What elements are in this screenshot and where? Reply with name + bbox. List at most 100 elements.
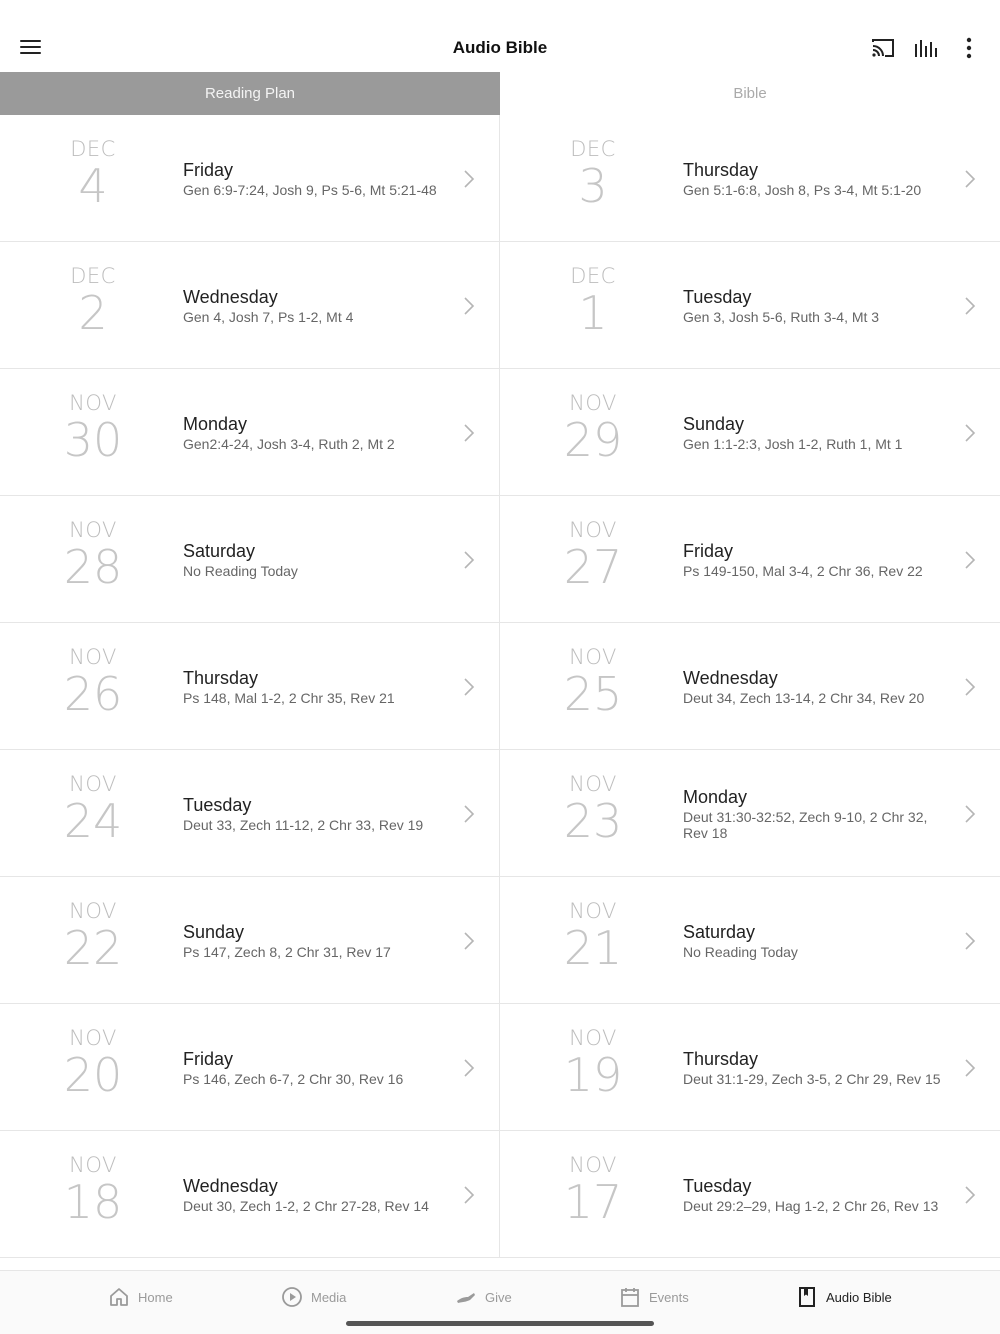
reading-references: Deut 31:1-29, Zech 3-5, 2 Chr 29, Rev 15 (683, 1071, 941, 1087)
reading-references: Gen 4, Josh 7, Ps 1-2, Mt 4 (183, 309, 354, 325)
reading-info: Wednesday Deut 30, Zech 1-2, 2 Chr 27-28,… (183, 1131, 447, 1258)
reading-weekday: Thursday (683, 160, 759, 180)
date-badge: DEC 2 (38, 264, 148, 338)
reading-item[interactable]: NOV 22 Sunday Ps 147, Zech 8, 2 Chr 31, Rev… (0, 877, 500, 1004)
date-month: NOV (69, 772, 117, 796)
date-badge: DEC 1 (538, 264, 648, 338)
tab-reading-plan[interactable]: Reading Plan (0, 72, 500, 115)
reading-info: Thursday Gen 5:1-6:8, Josh 8, Ps 3-4, Mt … (683, 115, 948, 242)
date-badge: NOV 24 (38, 772, 148, 846)
date-badge: DEC 3 (538, 137, 648, 211)
reading-item[interactable]: NOV 26 Thursday Ps 148, Mal 1-2, 2 Chr 35, … (0, 623, 500, 750)
reading-item[interactable]: NOV 23 Monday Deut 31:30-32:52, Zech 9-10, … (500, 750, 1000, 877)
nav-home[interactable]: Home (108, 1283, 173, 1311)
nav-give[interactable]: Give (455, 1283, 512, 1311)
reading-weekday: Tuesday (683, 287, 752, 307)
reading-item[interactable]: NOV 28 Saturday No Reading Today (0, 496, 500, 623)
date-day: 21 (563, 921, 623, 975)
reading-info: Friday Gen 6:9-7:24, Josh 9, Ps 5-6, Mt 5… (183, 115, 447, 242)
tab-bible[interactable]: Bible (500, 72, 1000, 115)
date-day: 30 (63, 413, 123, 467)
reading-weekday: Tuesday (683, 1176, 752, 1196)
reading-item[interactable]: NOV 25 Wednesday Deut 34, Zech 13-14, 2 Chr… (500, 623, 1000, 750)
reading-info: Tuesday Deut 29:2–29, Hag 1-2, 2 Chr 26, … (683, 1131, 948, 1258)
reading-item[interactable]: DEC 4 Friday Gen 6:9-7:24, Josh 9, Ps 5-6, … (0, 115, 500, 242)
reading-info: Saturday No Reading Today (183, 496, 447, 623)
home-icon (110, 1288, 128, 1306)
reading-weekday: Wednesday (183, 1176, 278, 1196)
reading-item[interactable]: NOV 29 Sunday Gen 1:1-2:3, Josh 1-2, Ruth 1… (500, 369, 1000, 496)
date-month: NOV (69, 645, 117, 669)
nav-events[interactable]: Events (619, 1283, 689, 1311)
date-badge: NOV 19 (538, 1026, 648, 1100)
reading-weekday: Monday (683, 787, 748, 807)
chevron-right-icon (965, 1186, 976, 1204)
chevron-right-icon (464, 1059, 475, 1077)
date-month: DEC (70, 264, 116, 288)
date-day: 20 (63, 1048, 123, 1102)
chevron-right-icon (965, 805, 976, 823)
chevron-right-icon (464, 297, 475, 315)
reading-item[interactable]: DEC 2 Wednesday Gen 4, Josh 7, Ps 1-2, Mt 4 (0, 242, 500, 369)
reading-item[interactable]: NOV 27 Friday Ps 149-150, Mal 3-4, 2 Chr 36… (500, 496, 1000, 623)
give-hand-icon (457, 1293, 475, 1303)
equalizer-icon[interactable] (912, 34, 940, 62)
date-day: 26 (63, 667, 123, 721)
reading-weekday: Saturday (683, 922, 756, 942)
date-month: NOV (69, 1153, 117, 1177)
date-day: 22 (63, 921, 123, 975)
date-month: NOV (569, 1026, 617, 1050)
reading-weekday: Wednesday (183, 287, 278, 307)
chevron-right-icon (965, 551, 976, 569)
date-month: DEC (570, 137, 616, 161)
date-month: NOV (569, 772, 617, 796)
date-day: 27 (563, 540, 623, 594)
chevron-right-icon (464, 678, 475, 696)
reading-weekday: Saturday (183, 541, 256, 561)
reading-info: Wednesday Deut 34, Zech 13-14, 2 Chr 34, … (683, 623, 948, 750)
nav-media[interactable]: Media (281, 1283, 346, 1311)
reading-item[interactable]: NOV 30 Monday Gen2:4-24, Josh 3-4, Ruth 2, … (0, 369, 500, 496)
date-badge: NOV 17 (538, 1153, 648, 1227)
date-day: 2 (78, 286, 108, 340)
reading-item[interactable]: DEC 1 Tuesday Gen 3, Josh 5-6, Ruth 3-4, Mt… (500, 242, 1000, 369)
reading-weekday: Thursday (683, 1049, 759, 1069)
reading-item[interactable]: NOV 18 Wednesday Deut 30, Zech 1-2, 2 Chr 2… (0, 1131, 500, 1258)
date-day: 28 (63, 540, 123, 594)
chevron-right-icon (464, 932, 475, 950)
reading-info: Thursday Deut 31:1-29, Zech 3-5, 2 Chr 29… (683, 1004, 948, 1131)
nav-audio-bible[interactable]: Audio Bible (796, 1283, 892, 1311)
tab-bar: Reading Plan Bible (0, 72, 1000, 115)
reading-weekday: Tuesday (183, 795, 252, 815)
nav-give-label: Give (485, 1289, 512, 1305)
date-badge: NOV 20 (38, 1026, 148, 1100)
date-day: 24 (63, 794, 123, 848)
more-vertical-icon[interactable] (955, 34, 983, 62)
cast-icon[interactable] (869, 34, 897, 62)
reading-references: Gen 3, Josh 5-6, Ruth 3-4, Mt 3 (683, 309, 880, 325)
reading-references: Gen 5:1-6:8, Josh 8, Ps 3-4, Mt 5:1-20 (683, 182, 922, 198)
play-circle-icon (282, 1287, 302, 1307)
reading-item[interactable]: NOV 24 Tuesday Deut 33, Zech 11-12, 2 Chr 3… (0, 750, 500, 877)
date-badge: NOV 18 (38, 1153, 148, 1227)
date-badge: NOV 21 (538, 899, 648, 973)
reading-item[interactable]: NOV 21 Saturday No Reading Today (500, 877, 1000, 1004)
date-month: NOV (69, 391, 117, 415)
reading-item[interactable]: DEC 3 Thursday Gen 5:1-6:8, Josh 8, Ps 3-4,… (500, 115, 1000, 242)
reading-references: No Reading Today (183, 563, 298, 579)
reading-info: Thursday Ps 148, Mal 1-2, 2 Chr 35, Rev 2… (183, 623, 447, 750)
date-month: NOV (569, 518, 617, 542)
date-month: DEC (570, 264, 616, 288)
chevron-right-icon (965, 424, 976, 442)
reading-weekday: Monday (183, 414, 248, 434)
reading-references: Deut 29:2–29, Hag 1-2, 2 Chr 26, Rev 13 (683, 1198, 939, 1214)
chevron-right-icon (965, 1059, 976, 1077)
reading-item[interactable]: NOV 19 Thursday Deut 31:1-29, Zech 3-5, 2 C… (500, 1004, 1000, 1131)
reading-references: Deut 34, Zech 13-14, 2 Chr 34, Rev 20 (683, 690, 925, 706)
chevron-right-icon (464, 805, 475, 823)
reading-item[interactable]: NOV 17 Tuesday Deut 29:2–29, Hag 1-2, 2 Chr… (500, 1131, 1000, 1258)
reading-item[interactable]: NOV 20 Friday Ps 146, Zech 6-7, 2 Chr 30, R… (0, 1004, 500, 1131)
date-badge: NOV 28 (38, 518, 148, 592)
nav-audio-bible-label: Audio Bible (826, 1289, 892, 1305)
chevron-right-icon (464, 1186, 475, 1204)
